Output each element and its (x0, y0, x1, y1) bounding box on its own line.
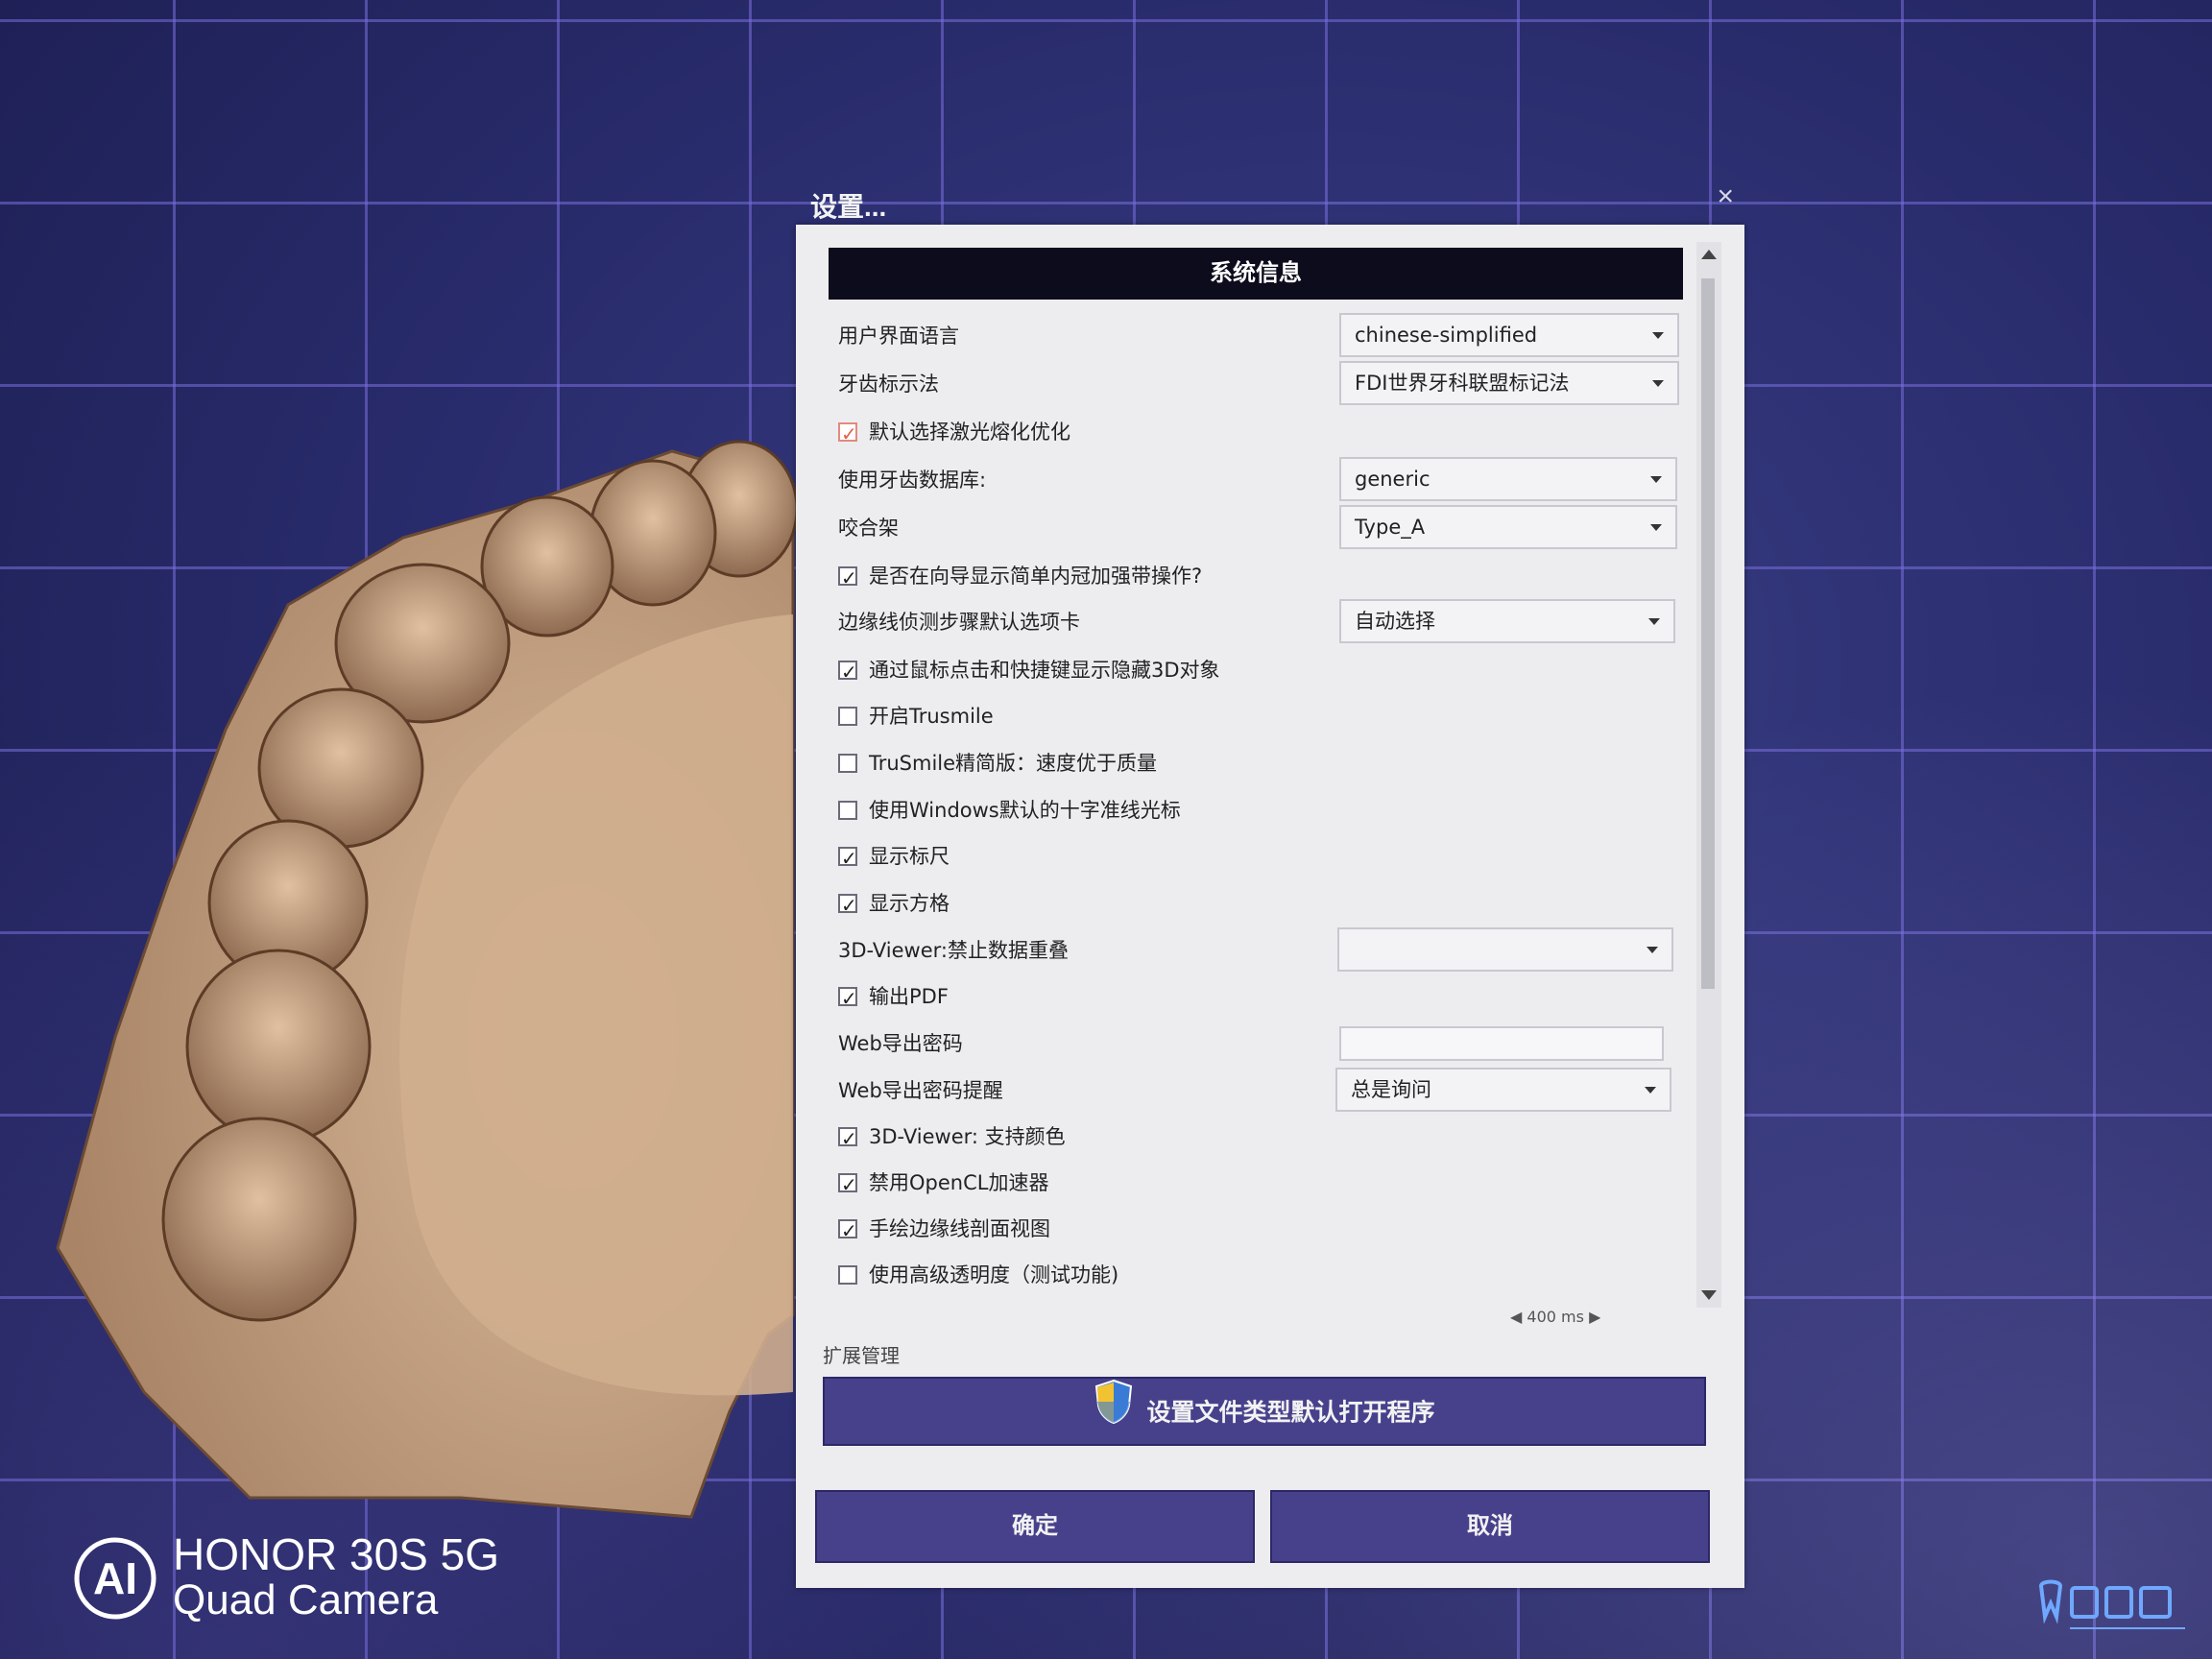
camera-type: Quad Camera (173, 1576, 439, 1623)
margin-detect-tab-value: 自动选择 (1355, 610, 1435, 633)
trusmile-lite-label: TruSmile精简版：速度优于质量 (869, 752, 1158, 775)
tooth-notation-select[interactable]: FDI世界牙科联盟标记法 (1339, 361, 1679, 405)
show-ruler-label: 显示标尺 (869, 845, 950, 868)
articulator-value: Type_A (1355, 516, 1426, 539)
toggle-3d-objects-label: 通过鼠标点击和快捷键显示隐藏3D对象 (869, 659, 1220, 682)
viewer-overlap-select[interactable] (1337, 927, 1673, 972)
show-grid-label: 显示方格 (869, 892, 950, 915)
margin-section-view-checkbox[interactable] (838, 1212, 857, 1250)
tooth-database-value: generic (1355, 468, 1431, 491)
margin-detect-tab-label: 边缘线侦测步骤默认选项卡 (838, 611, 1080, 634)
section-header-system-info: 系统信息 (829, 248, 1683, 300)
dental-brand-logo (2038, 1579, 2185, 1629)
ui-language-label: 用户界面语言 (838, 325, 959, 348)
web-export-password-label: Web导出密码 (838, 1032, 963, 1055)
dialog-titlebar: 设置... × (793, 180, 1747, 225)
settings-dialog: 设置... × 系统信息 用户界面语言 chinese-simplified 牙… (793, 180, 1747, 1588)
laser-melting-label: 默认选择激光熔化优化 (869, 421, 1070, 444)
vertical-scrollbar[interactable] (1696, 242, 1721, 1308)
disable-opencl-label: 禁用OpenCL加速器 (869, 1171, 1049, 1194)
scrollbar-thumb[interactable] (1701, 278, 1715, 989)
row-web-password-reminder: Web导出密码提醒 (838, 1071, 1003, 1110)
export-pdf-label: 输出PDF (869, 985, 949, 1008)
viewer-color-label: 3D-Viewer: 支持颜色 (869, 1125, 1066, 1148)
settings-panel: 系统信息 用户界面语言 chinese-simplified 牙齿标示法 FDI… (796, 225, 1744, 1588)
chevron-down-icon (1648, 618, 1660, 625)
set-default-file-program-label: 设置文件类型默认打开程序 (1146, 1399, 1435, 1427)
tooth-notation-label: 牙齿标示法 (838, 373, 939, 396)
windows-crosshair-label: 使用Windows默认的十字准线光标 (869, 799, 1181, 822)
ui-language-select[interactable]: chinese-simplified (1339, 313, 1679, 357)
margin-section-view-label: 手绘边缘线剖面视图 (869, 1217, 1050, 1240)
scroll-down-icon[interactable] (1701, 1290, 1717, 1300)
close-icon[interactable]: × (1717, 180, 1734, 213)
ui-language-value: chinese-simplified (1355, 324, 1538, 347)
stepper-unit: ms (1561, 1308, 1584, 1326)
stepper-increment-icon[interactable]: ▶ (1589, 1308, 1600, 1326)
chevron-down-icon (1650, 524, 1662, 531)
ok-button[interactable]: 确定 (815, 1490, 1255, 1563)
web-password-reminder-label: Web导出密码提醒 (838, 1079, 1003, 1102)
stepper-decrement-icon[interactable]: ◀ (1510, 1308, 1522, 1326)
chevron-down-icon (1652, 380, 1664, 387)
tooth-database-label: 使用牙齿数据库: (838, 469, 987, 492)
chevron-down-icon (1650, 476, 1662, 483)
row-margin-detect-tab: 边缘线侦测步骤默认选项卡 (838, 603, 1080, 641)
set-default-file-program-button[interactable]: 设置文件类型默认打开程序 (823, 1377, 1706, 1446)
tooth-notation-value: FDI世界牙科联盟标记法 (1355, 372, 1570, 395)
extension-management-label: 扩展管理 (823, 1344, 900, 1367)
articulator-select[interactable]: Type_A (1339, 505, 1677, 549)
partial-stepper[interactable]: ◀ 400 ms ▶ (1510, 1308, 1600, 1327)
disable-opencl-checkbox[interactable] (838, 1166, 857, 1204)
dialog-title: 设置... (810, 192, 887, 222)
row-tooth-database: 使用牙齿数据库: (838, 461, 986, 499)
chevron-down-icon (1647, 947, 1658, 953)
web-password-reminder-value: 总是询问 (1351, 1078, 1431, 1101)
camera-brand: HONOR 30S 5G (173, 1529, 499, 1579)
trusmile-label: 开启Trusmile (869, 705, 994, 728)
trusmile-lite-checkbox[interactable] (838, 754, 857, 773)
row-web-export-password: Web导出密码 (838, 1024, 963, 1063)
row-viewer-overlap: 3D-Viewer:禁止数据重叠 (838, 931, 1069, 970)
coping-band-label: 是否在向导显示简单内冠加强带操作? (869, 565, 1203, 588)
stepper-value: 400 (1527, 1308, 1556, 1326)
show-grid-checkbox[interactable] (838, 886, 857, 925)
advanced-transparency-checkbox[interactable] (838, 1265, 857, 1285)
trusmile-checkbox[interactable] (838, 707, 857, 726)
laser-melting-checkbox[interactable] (838, 415, 857, 453)
svg-text:AI: AI (93, 1553, 137, 1603)
articulator-label: 咬合架 (838, 517, 899, 540)
show-ruler-checkbox[interactable] (838, 839, 857, 878)
row-articulator: 咬合架 (838, 509, 899, 547)
viewer-overlap-label: 3D-Viewer:禁止数据重叠 (838, 939, 1069, 962)
viewer-color-checkbox[interactable] (838, 1119, 857, 1158)
export-pdf-checkbox[interactable] (838, 979, 857, 1018)
coping-band-checkbox[interactable] (838, 559, 857, 597)
ai-camera-logo: AI (74, 1537, 156, 1620)
row-ui-language: 用户界面语言 (838, 317, 959, 355)
tooth-database-select[interactable]: generic (1339, 457, 1677, 501)
web-export-password-input[interactable] (1339, 1026, 1664, 1061)
advanced-transparency-label: 使用高级透明度（测试功能) (869, 1263, 1119, 1286)
cancel-button[interactable]: 取消 (1270, 1490, 1710, 1563)
chevron-down-icon (1645, 1087, 1656, 1094)
chevron-down-icon (1652, 332, 1664, 339)
windows-crosshair-checkbox[interactable] (838, 801, 857, 820)
margin-detect-tab-select[interactable]: 自动选择 (1339, 599, 1675, 643)
scroll-up-icon[interactable] (1701, 250, 1717, 259)
web-password-reminder-select[interactable]: 总是询问 (1335, 1068, 1671, 1112)
shield-icon (1094, 1379, 1133, 1450)
toggle-3d-objects-checkbox[interactable] (838, 653, 857, 691)
row-tooth-notation: 牙齿标示法 (838, 365, 939, 403)
